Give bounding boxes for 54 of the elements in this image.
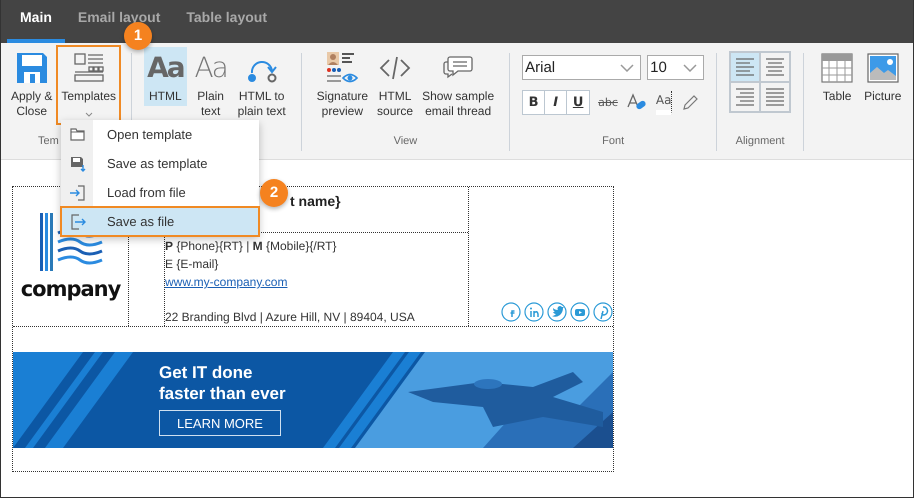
ribbon-button[interactable]: Signature preview	[314, 47, 372, 121]
address-text: 22 Branding Blvd | Azure Hill, NV | 89404, USA	[165, 309, 416, 326]
social-linkedin-icon[interactable]	[524, 302, 544, 322]
picture-icon	[866, 53, 899, 83]
ribbon-button[interactable]: Show sample email thread	[419, 47, 498, 121]
align-button[interactable]	[760, 52, 790, 82]
group-label: Font	[602, 135, 624, 147]
social-pinterest-icon[interactable]	[593, 302, 613, 322]
contact-text: P {Phone}{RT} | M {Mobile}{/RT}	[165, 238, 338, 255]
step-badge: 2	[260, 179, 288, 207]
social-facebook-icon[interactable]	[501, 302, 521, 322]
ribbon-button[interactable]: Picture	[861, 47, 904, 106]
ribbon-button[interactable]: Templates	[58, 47, 120, 123]
save-file-icon	[68, 213, 86, 230]
group-label: View	[394, 135, 418, 147]
chevron-down-icon	[683, 64, 698, 72]
ribbon-button[interactable]: Aa HTML	[144, 47, 187, 106]
size-dropdown[interactable]: 10	[647, 55, 704, 80]
underline-button[interactable]: U	[567, 91, 590, 114]
menu-item[interactable]: Save as template	[61, 149, 259, 178]
contact-text: E {E-mail}	[165, 256, 220, 273]
align-button[interactable]	[730, 82, 760, 112]
layout-icon	[72, 52, 105, 84]
bold-button[interactable]: B	[523, 91, 546, 114]
save-template-icon	[68, 155, 86, 172]
chevron-down-icon	[620, 64, 634, 72]
website-link[interactable]: www.my-company.com	[165, 273, 468, 291]
tab[interactable]: Table layout	[173, 0, 280, 43]
align-button[interactable]	[730, 52, 760, 82]
menu-item[interactable]: Open template	[61, 120, 259, 149]
ribbon-button[interactable]: Aa Plain text	[190, 47, 232, 121]
social-twitter-icon[interactable]	[547, 302, 567, 322]
learn-more-button[interactable]: LEARN MORE	[159, 410, 281, 436]
ribbon-button[interactable]: HTML to plain text	[234, 47, 289, 121]
align-button[interactable]	[760, 82, 790, 112]
load-icon	[68, 184, 86, 201]
italic-button[interactable]: I	[545, 91, 568, 114]
group-label: Tem	[38, 135, 59, 147]
group-label: Alignment	[736, 135, 785, 147]
ribbon-button[interactable]: HTML source	[374, 47, 416, 121]
ribbon-button[interactable]: Table	[816, 47, 858, 106]
font-dropdown[interactable]: Arial	[522, 55, 642, 80]
ribbon-button[interactable]: Apply & Close	[8, 47, 56, 121]
pencil-icon	[680, 92, 700, 112]
preview-icon	[325, 51, 360, 85]
strikethrough-button[interactable]: abc	[598, 90, 618, 114]
banner-heading: Get IT done faster than ever	[159, 362, 286, 404]
open-icon	[68, 126, 86, 143]
menu-item[interactable]: Load from file	[61, 178, 259, 207]
logo-text: company	[20, 276, 120, 300]
table-icon	[821, 53, 854, 83]
text-case-button[interactable]: Aa	[656, 90, 672, 114]
social-youtube-icon[interactable]	[570, 302, 590, 322]
menu-item[interactable]: Save as file	[61, 207, 259, 236]
